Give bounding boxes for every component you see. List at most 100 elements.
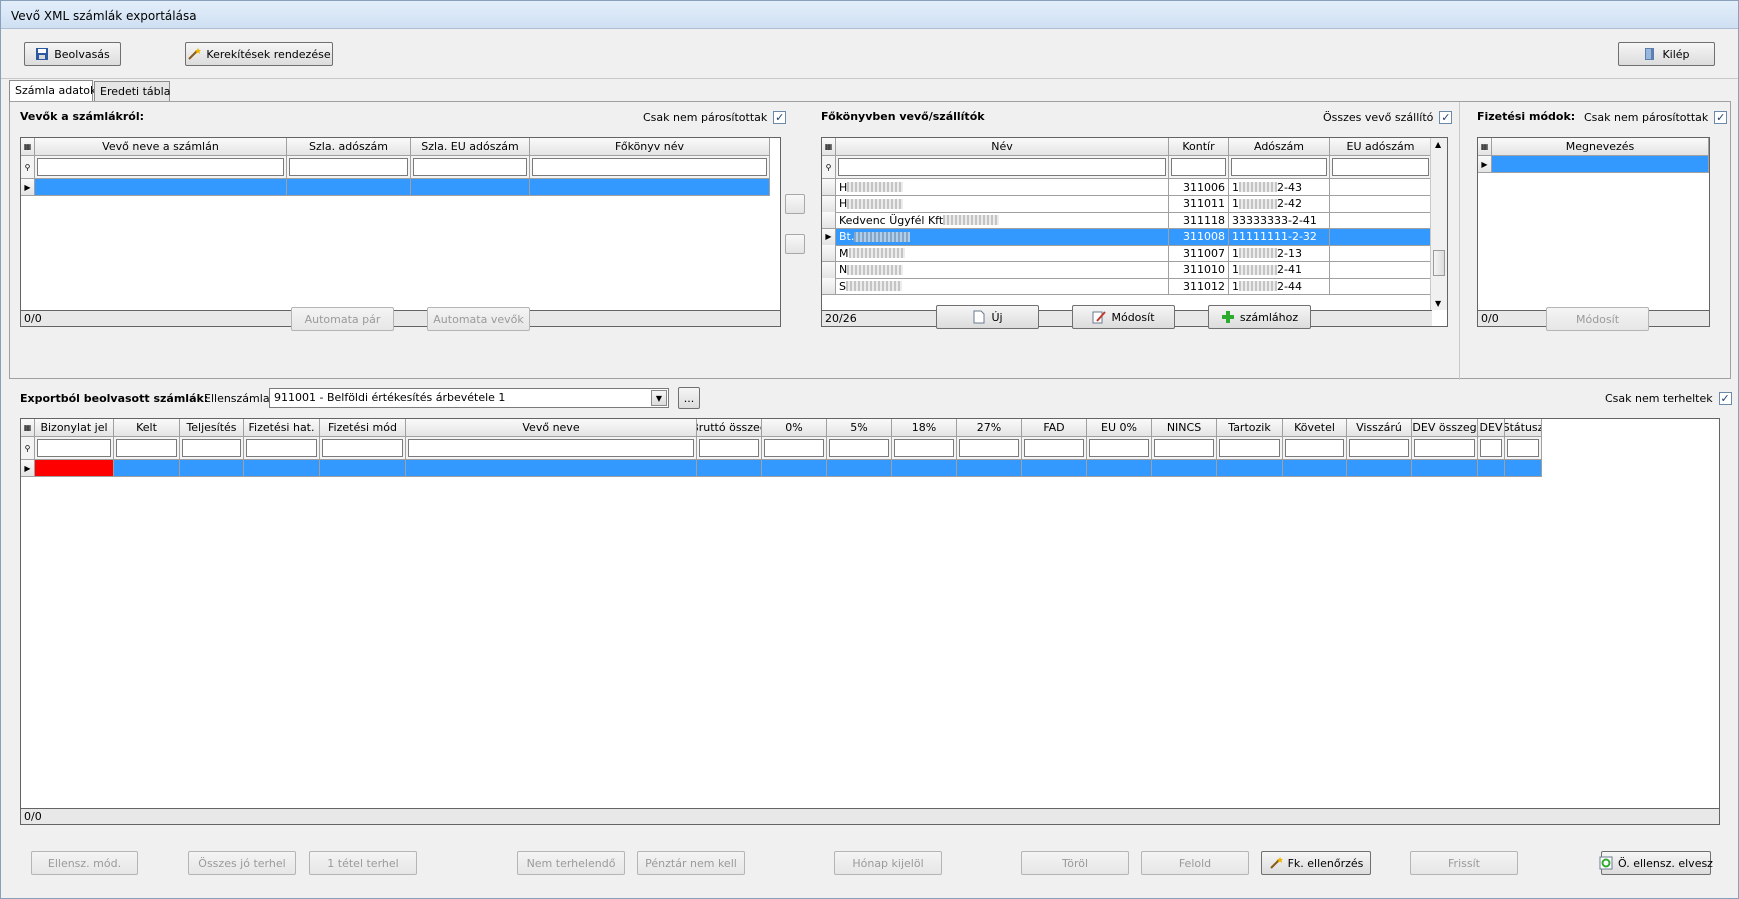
one-item-charge-button[interactable]: 1 tétel terhel [309,851,417,875]
table-row[interactable]: N 311010 1 2-41 [822,261,1432,279]
filter-input[interactable] [1089,439,1149,457]
filter-input[interactable] [1507,439,1539,457]
grid-settings-icon[interactable]: ▦ [1478,138,1492,156]
table-row[interactable]: H 311011 1 2-42 [822,195,1432,213]
auto-pair-button[interactable]: Automata pár [291,307,394,331]
filter-input[interactable] [959,439,1019,457]
column-header[interactable]: EU 0% [1087,419,1152,437]
column-header[interactable]: 27% [957,419,1022,437]
filter-input[interactable] [894,439,954,457]
delete-button[interactable]: Töröl [1021,851,1129,875]
no-cash-button[interactable]: Pénztár nem kell [637,851,745,875]
filter-input[interactable] [1171,158,1226,176]
filter-input[interactable] [1332,158,1429,176]
column-header[interactable]: Visszárú [1347,419,1412,437]
filter-input[interactable] [1154,439,1214,457]
filter-input[interactable] [413,158,527,176]
auto-customers-button[interactable]: Automata vevők [427,307,530,331]
column-header[interactable]: Fizetési hat. [244,419,320,437]
table-row[interactable]: S 311012 1 2-44 [822,278,1432,295]
table-row[interactable]: ▶ [21,179,770,196]
customers-only-unpaired[interactable]: Csak nem párosítottak ✓ [643,111,787,124]
grid-settings-icon[interactable]: ▦ [21,138,35,156]
column-header[interactable]: Követel [1283,419,1347,437]
column-header[interactable]: Teljesítés [180,419,244,437]
column-header[interactable]: Bruttó összeg [697,419,762,437]
ledger-all-partners[interactable]: Összes vevő szállító ✓ [1323,111,1453,124]
filter-input[interactable] [246,439,317,457]
column-header[interactable]: Főkönyv név [530,138,770,156]
exit-button[interactable]: Kilép [1618,42,1715,66]
column-header[interactable]: NINCS [1152,419,1217,437]
grid-settings-icon[interactable]: ▦ [21,419,35,437]
month-select-button[interactable]: Hónap kijelöl [834,851,942,875]
payment-modify-button[interactable]: Módosít [1546,307,1649,331]
rounding-button[interactable]: Kerekítések rendezése [185,42,333,66]
filter-input[interactable] [289,158,408,176]
contra-loss-button[interactable]: Ö. ellensz. elvesz [1599,851,1713,875]
filter-input[interactable] [1024,439,1084,457]
filter-input[interactable] [1285,439,1344,457]
table-row[interactable]: ▶ Bt. 311008 11111111-2-32 [822,228,1432,246]
filter-input[interactable] [37,158,284,176]
column-header[interactable]: Fizetési mód [320,419,406,437]
column-header[interactable]: EU adószám [1330,138,1432,156]
invoices-only-uncharged[interactable]: Csak nem terheltek ✓ [1605,392,1732,405]
table-row[interactable]: H 311006 1 2-43 [822,179,1432,196]
vertical-scrollbar[interactable]: ▲ ▼ [1430,138,1447,310]
table-row[interactable]: Kedvenc Ügyfél Kft 311118 33333333-2-41 [822,212,1432,229]
release-button[interactable]: Felold [1141,851,1249,875]
filter-input[interactable] [829,439,889,457]
filter-input[interactable] [1231,158,1327,176]
tab-invoice-data[interactable]: Számla adatok [9,80,96,101]
filter-input[interactable] [532,158,767,176]
payment-only-unpaired-checkbox[interactable]: ✓ [1714,111,1728,124]
filter-input[interactable] [182,439,241,457]
customers-only-unpaired-checkbox[interactable]: ✓ [773,111,787,124]
new-button[interactable]: Új [936,305,1039,329]
not-chargeable-button[interactable]: Nem terhelendő [517,851,625,875]
payment-only-unpaired[interactable]: Csak nem párosítottak ✓ [1584,111,1728,124]
modify-button[interactable]: Módosít [1072,305,1175,329]
chevron-down-icon[interactable]: ▼ [651,390,667,406]
scroll-thumb[interactable] [1433,250,1445,276]
column-header[interactable]: Tartozik [1217,419,1283,437]
column-header[interactable]: FAD [1022,419,1087,437]
column-header[interactable]: Vevő neve [406,419,697,437]
column-header[interactable]: Kontír [1169,138,1229,156]
contra-account-select[interactable]: 911001 - Belföldi értékesítés árbevétele… [269,388,669,408]
filter-input[interactable] [699,439,759,457]
filter-input[interactable] [1414,439,1475,457]
column-header[interactable]: Bizonylat jel [35,419,114,437]
filter-input[interactable] [116,439,177,457]
move-right-button[interactable] [785,194,805,214]
filter-input[interactable] [1349,439,1409,457]
column-header[interactable]: Vevő neve a számlán [35,138,287,156]
contra-mod-button[interactable]: Ellensz. mód. [31,851,138,875]
column-header[interactable]: Szla. EU adószám [411,138,530,156]
refresh-button[interactable]: Frissít [1410,851,1518,875]
read-button[interactable]: Beolvasás [24,42,121,66]
column-header[interactable]: Adószám [1229,138,1330,156]
column-header[interactable]: Megnevezés [1492,138,1709,156]
filter-input[interactable] [322,439,403,457]
filter-input[interactable] [1480,439,1502,457]
table-row[interactable]: ▶ [1478,156,1709,173]
filter-input[interactable] [1219,439,1280,457]
table-row[interactable]: M 311007 1 2-13 [822,245,1432,262]
ledger-all-partners-checkbox[interactable]: ✓ [1439,111,1453,124]
column-header[interactable]: Státusz [1505,419,1542,437]
tab-original-table[interactable]: Eredeti tábla [94,81,170,101]
fk-check-button[interactable]: Fk. ellenőrzés [1261,851,1371,875]
filter-input[interactable] [408,439,694,457]
filter-input[interactable] [764,439,824,457]
column-header[interactable]: Kelt [114,419,180,437]
column-header[interactable]: 18% [892,419,957,437]
all-good-charge-button[interactable]: Összes jó terhel [188,851,296,875]
column-header[interactable]: Szla. adószám [287,138,411,156]
table-row[interactable]: ▶ [21,460,1542,477]
column-header[interactable]: DEV összeg [1412,419,1478,437]
to-invoice-button[interactable]: számlához [1208,305,1311,329]
column-header[interactable]: 5% [827,419,892,437]
column-header[interactable]: Név [836,138,1169,156]
